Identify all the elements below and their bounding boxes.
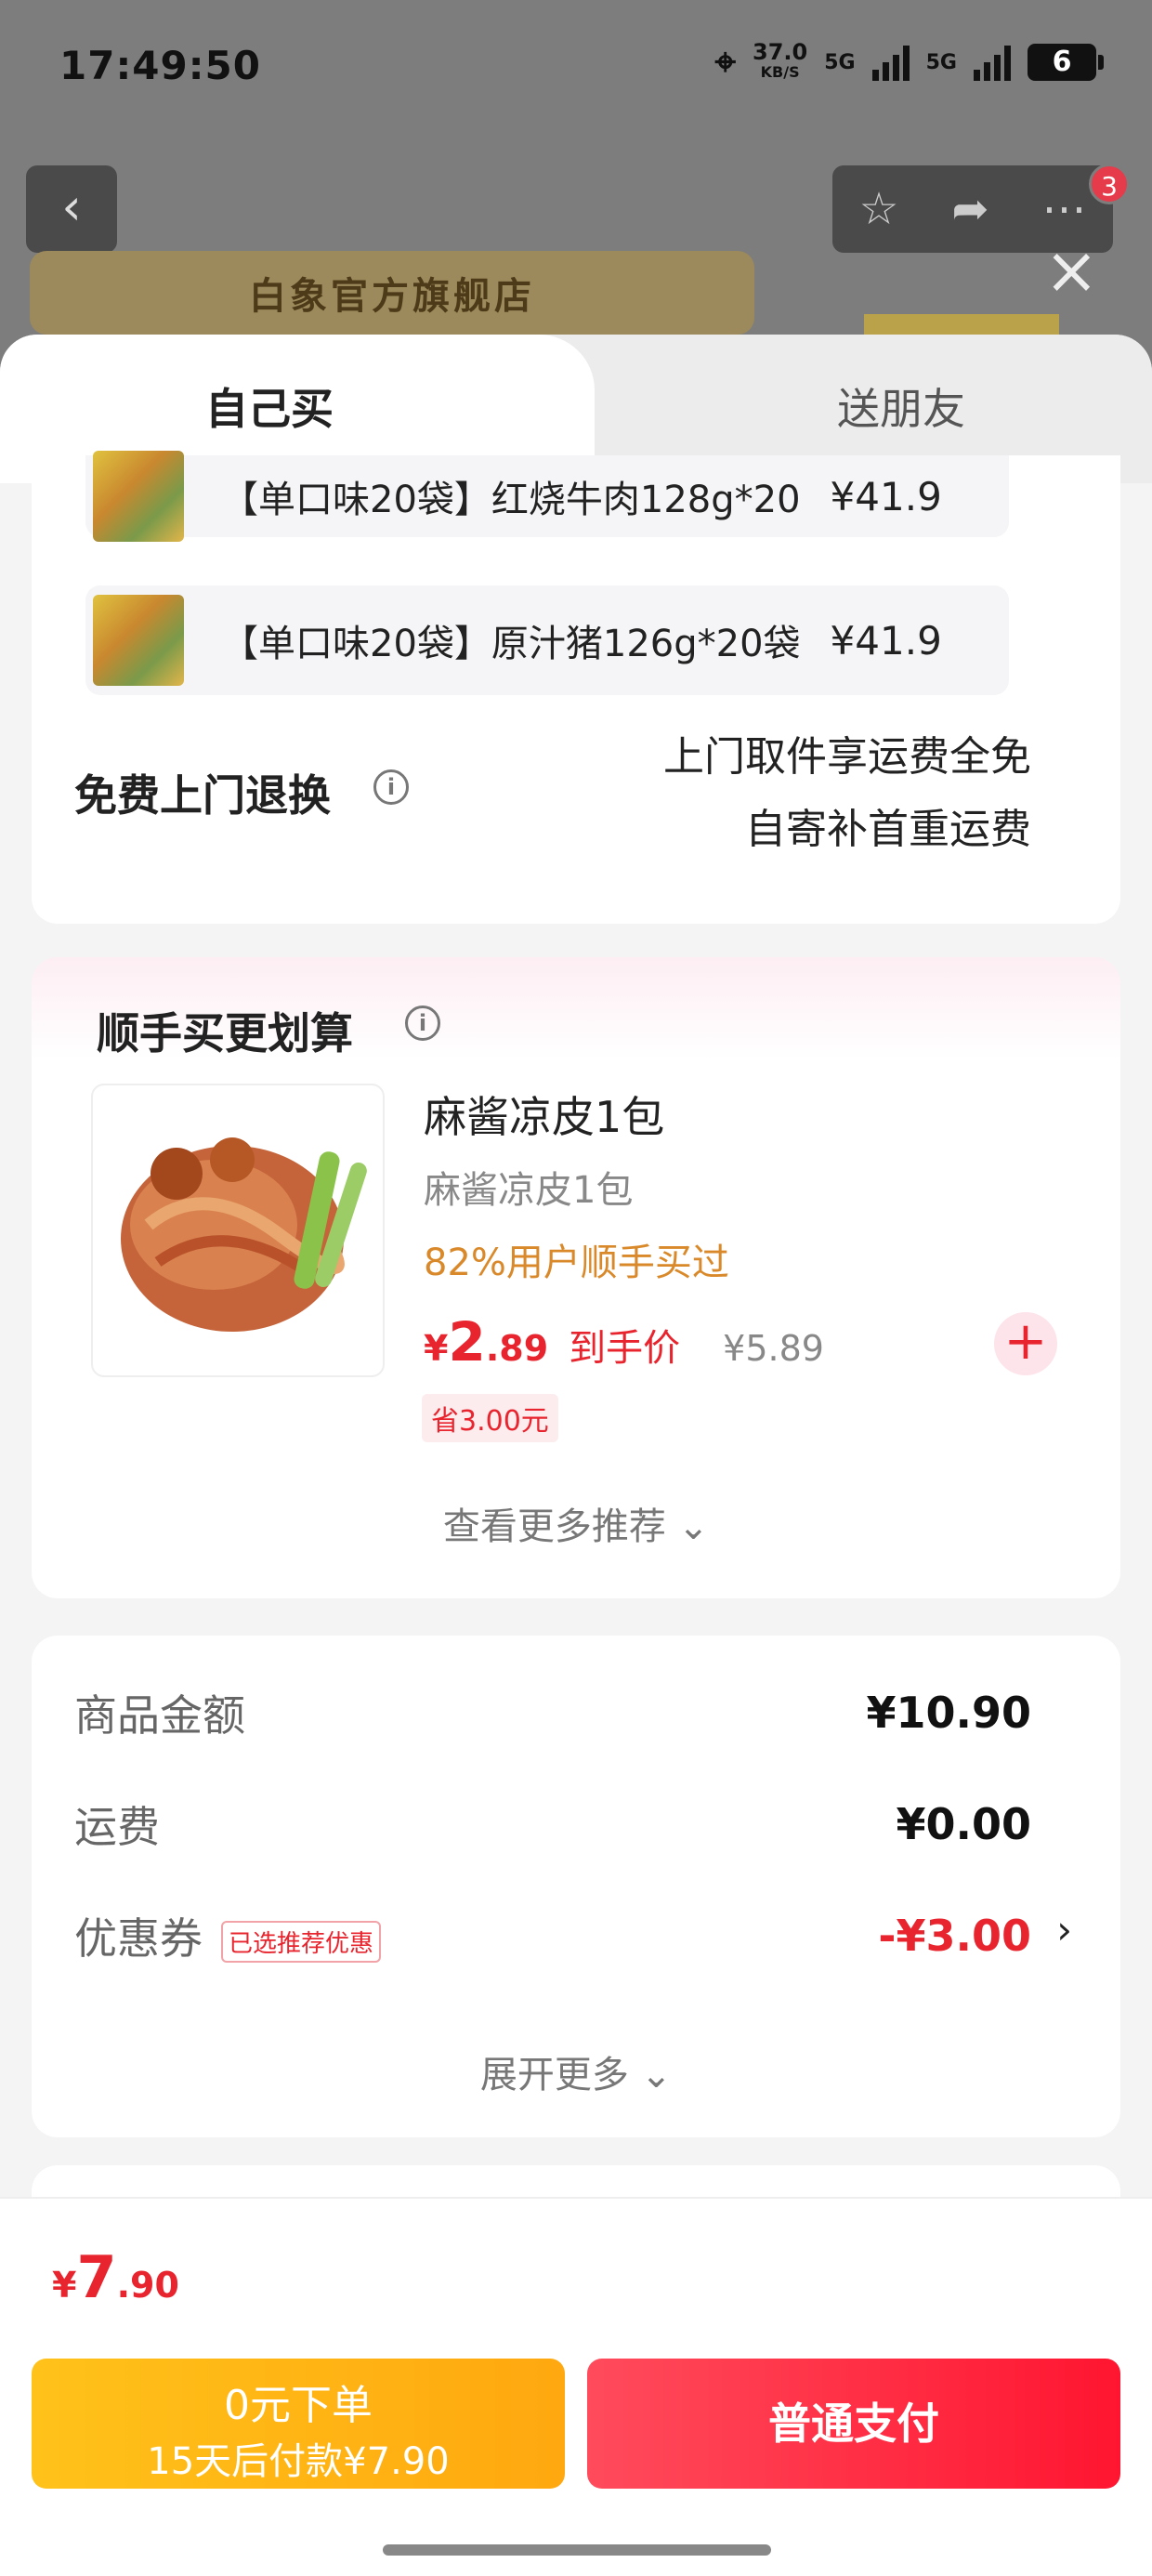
- more-icon[interactable]: ⋯: [1042, 183, 1087, 235]
- info-icon[interactable]: i: [405, 1005, 440, 1041]
- product-image[interactable]: [91, 1084, 385, 1377]
- total-integer: 7: [76, 2243, 117, 2311]
- return-description: 上门取件享运费全免 自寄补首重运费: [663, 721, 1031, 866]
- status-bar: 17:49:50 ⌖ 37.0 KB/S 5G 5G 6: [0, 0, 1152, 139]
- coupon-row[interactable]: 优惠券 已选推荐优惠 -¥3.00: [74, 1905, 1031, 1966]
- shop-name: 白象官方旗舰店: [249, 275, 535, 318]
- price-currency: ¥: [424, 1328, 449, 1369]
- shipping-value: ¥0.00: [896, 1799, 1031, 1849]
- variant-thumbnail: [93, 595, 184, 686]
- signal-label-2: 5G: [925, 50, 957, 74]
- chevron-right-icon[interactable]: ›: [1056, 1907, 1072, 1952]
- total-price: ¥ 7 .90: [52, 2243, 179, 2311]
- variant-price: ¥41.9: [830, 617, 942, 664]
- variant-option[interactable]: 【单口味20袋】红烧牛肉128g*20 ¥41.9: [85, 451, 1009, 542]
- more-recommend-link[interactable]: 查看更多推荐 ⌄: [32, 1496, 1120, 1550]
- shipping-label: 运费: [74, 1802, 160, 1852]
- return-line-1: 上门取件享运费全免: [663, 733, 1031, 781]
- signal-label-1: 5G: [824, 50, 856, 74]
- variant-option[interactable]: 【单口味20袋】原汁猪126g*20袋 ¥41.9: [85, 585, 1009, 695]
- variant-price: ¥41.9: [830, 473, 942, 519]
- notification-badge: 3: [1089, 164, 1130, 204]
- zero-order-label: 0元下单: [224, 2382, 373, 2429]
- chevron-left-icon: ‹: [61, 177, 82, 236]
- coupon-tag: 已选推荐优惠: [221, 1921, 382, 1963]
- coupon-value: -¥3.00: [878, 1911, 1031, 1961]
- network-speed: 37.0 KB/S: [753, 39, 808, 81]
- zero-order-sub: 15天后付款¥7.90: [147, 2440, 450, 2483]
- close-icon[interactable]: ×: [1044, 238, 1099, 303]
- variant-thumbnail: [93, 451, 184, 542]
- zero-down-order-button[interactable]: 0元下单 15天后付款¥7.90: [32, 2359, 565, 2489]
- expand-more-link[interactable]: 展开更多 ⌄: [32, 2044, 1120, 2098]
- price-decimal: .89: [485, 1328, 549, 1369]
- status-time: 17:49:50: [59, 43, 261, 88]
- variant-label: 【单口味20袋】原汁猪126g*20袋: [221, 623, 801, 665]
- price-label: 到手价: [569, 1327, 681, 1370]
- signal-icon: [871, 44, 910, 81]
- info-icon[interactable]: i: [373, 769, 409, 805]
- signal-icon-2: [974, 44, 1011, 81]
- shop-banner: 白象官方旗舰店: [30, 251, 754, 335]
- coupon-label: 优惠券: [74, 1913, 203, 1964]
- goods-amount-row: 商品金额 ¥10.90: [74, 1682, 1031, 1743]
- product-popularity: 82%用户顺手买过: [424, 1242, 729, 1284]
- star-icon[interactable]: ☆: [858, 183, 898, 235]
- location-icon: ⌖: [714, 41, 737, 84]
- back-button[interactable]: ‹: [26, 165, 117, 253]
- shipping-row: 运费 ¥0.00: [74, 1794, 1031, 1855]
- normal-pay-button[interactable]: 普通支付: [587, 2359, 1120, 2489]
- goods-amount-label: 商品金额: [74, 1690, 245, 1741]
- product-price: ¥ 2 .89 到手价 ¥5.89: [424, 1310, 824, 1373]
- variant-label: 【单口味20袋】红烧牛肉128g*20: [221, 479, 801, 521]
- free-return-title: 免费上门退换: [74, 770, 331, 821]
- add-product-button[interactable]: +: [994, 1312, 1057, 1375]
- save-badge: 省3.00元: [422, 1394, 558, 1442]
- product-name[interactable]: 麻酱凉皮1包: [424, 1084, 664, 1145]
- checkout-bar: ¥ 7 .90 0元下单 15天后付款¥7.90 普通支付: [0, 2197, 1152, 2576]
- home-indicator: [383, 2544, 771, 2556]
- total-currency: ¥: [52, 2265, 77, 2306]
- product-spec: 麻酱凉皮1包: [424, 1169, 634, 1212]
- goods-amount-value: ¥10.90: [866, 1688, 1031, 1738]
- total-decimal: .90: [116, 2265, 179, 2306]
- price-integer: 2: [448, 1310, 486, 1373]
- return-line-2: 自寄补首重运费: [745, 806, 1031, 853]
- recommend-title: 顺手买更划算: [97, 1008, 353, 1058]
- price-summary-card: 商品金额 ¥10.90 运费 ¥0.00 优惠券 已选推荐优惠 -¥3.00 › …: [32, 1636, 1120, 2137]
- share-icon[interactable]: ➦: [951, 183, 988, 235]
- recommend-card: 顺手买更划算 i 麻酱凉皮1包 麻酱凉皮1包 82%用户顺手买过 ¥ 2 .89…: [32, 957, 1120, 1598]
- battery-icon: 6: [1028, 44, 1104, 81]
- product-options-card: 【单口味20袋】红烧牛肉128g*20 ¥41.9 【单口味20袋】原汁猪126…: [32, 451, 1120, 924]
- status-icons: ⌖ 37.0 KB/S 5G 5G 6: [714, 39, 1104, 84]
- original-price: ¥5.89: [723, 1328, 824, 1369]
